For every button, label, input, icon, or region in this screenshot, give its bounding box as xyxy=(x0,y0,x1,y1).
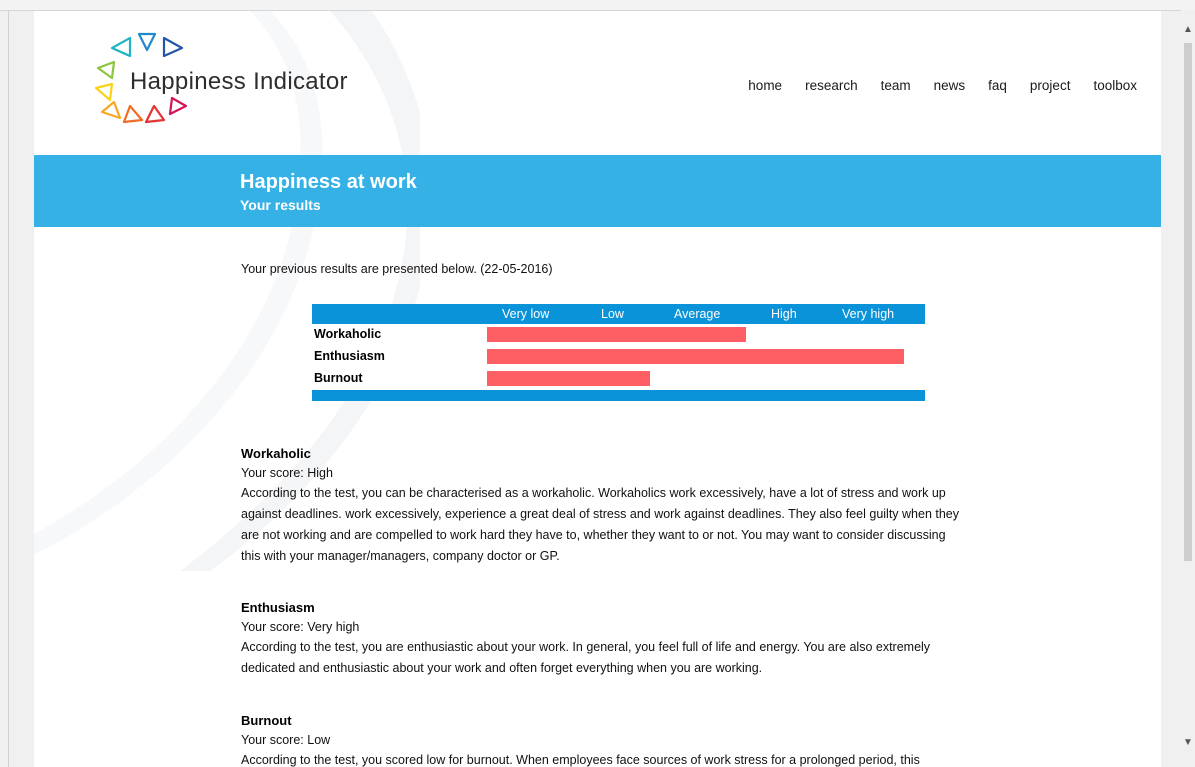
section-score: Your score: High xyxy=(241,466,333,480)
row-label-enthusiasm: Enthusiasm xyxy=(314,349,385,363)
level-label-high: High xyxy=(771,307,797,321)
section-title: Workaholic xyxy=(241,446,311,461)
results-chart: Very low Low Average High Very high Work… xyxy=(312,304,925,401)
level-label-very-low: Very low xyxy=(502,307,550,321)
scrollbar-thumb[interactable] xyxy=(1184,43,1192,561)
result-section-enthusiasm: Enthusiasm Your score: Very high Accordi… xyxy=(241,600,961,679)
level-label-average: Average xyxy=(674,307,721,321)
bar-enthusiasm xyxy=(487,349,904,364)
chart-footer-band xyxy=(312,390,925,401)
nav-news[interactable]: news xyxy=(934,78,966,93)
level-label-low: Low xyxy=(601,307,624,321)
page-banner: Happiness at work Your results xyxy=(34,155,1161,227)
window-top-strip xyxy=(0,0,1195,11)
page-content: Happiness Indicator home research team n… xyxy=(34,11,1161,767)
site-name: Happiness Indicator xyxy=(130,68,348,95)
vertical-scrollbar[interactable]: ▲ ▼ xyxy=(1181,10,1195,767)
window-left-border xyxy=(8,10,9,767)
row-label-workaholic: Workaholic xyxy=(314,327,382,341)
section-description: According to the test, you scored low fo… xyxy=(241,753,920,767)
bar-burnout xyxy=(487,371,650,386)
main-nav: home research team news faq project tool… xyxy=(748,78,1137,93)
bar-workaholic xyxy=(487,327,746,342)
nav-project[interactable]: project xyxy=(1030,78,1071,93)
section-title: Burnout xyxy=(241,713,292,728)
nav-home[interactable]: home xyxy=(748,78,782,93)
section-description: According to the test, you are enthusias… xyxy=(241,640,931,675)
scroll-down-arrow-icon[interactable]: ▼ xyxy=(1183,737,1193,748)
intro-text: Your previous results are presented belo… xyxy=(241,262,553,276)
nav-faq[interactable]: faq xyxy=(988,78,1007,93)
page-title: Happiness at work xyxy=(240,171,417,193)
section-title: Enthusiasm xyxy=(241,600,315,615)
nav-toolbox[interactable]: toolbox xyxy=(1093,78,1137,93)
section-description: According to the test, you can be charac… xyxy=(241,486,959,563)
nav-team[interactable]: team xyxy=(881,78,911,93)
nav-research[interactable]: research xyxy=(805,78,858,93)
scroll-up-arrow-icon[interactable]: ▲ xyxy=(1183,24,1193,35)
chart-header-band: Very low Low Average High Very high xyxy=(312,304,925,324)
level-label-very-high: Very high xyxy=(842,307,895,321)
row-label-burnout: Burnout xyxy=(314,371,363,385)
section-score: Your score: Very high xyxy=(241,620,360,634)
result-section-burnout: Burnout Your score: Low According to the… xyxy=(241,713,961,767)
result-section-workaholic: Workaholic Your score: High According to… xyxy=(241,446,961,567)
section-score: Your score: Low xyxy=(241,733,331,747)
page-subtitle: Your results xyxy=(240,197,321,213)
